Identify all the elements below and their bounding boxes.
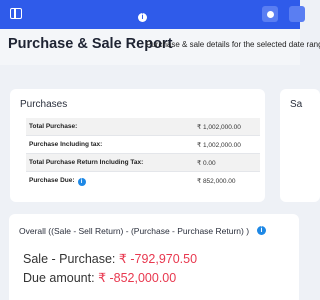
row-value: ₹ 1,002,000.00: [197, 124, 241, 131]
sale-purchase-value: ₹ -792,970.50: [118, 252, 198, 266]
table-row: Purchase Due: i ₹ 852,000.00: [26, 172, 260, 190]
sales-card: Sa: [280, 89, 320, 202]
purchases-table: Total Purchase: ₹ 1,002,000.00 Purchase …: [26, 118, 260, 190]
header-action-button[interactable]: [289, 6, 305, 22]
table-row: Total Purchase: ₹ 1,002,000.00: [26, 118, 260, 136]
purchases-card: Purchases Total Purchase: ₹ 1,002,000.00…: [10, 89, 265, 202]
row-value: ₹ 852,000.00: [197, 178, 236, 185]
row-value: ₹ 1,002,000.00: [197, 142, 241, 149]
info-icon[interactable]: i: [138, 13, 147, 22]
purchase-due-label: Purchase Due:: [29, 177, 75, 184]
sale-purchase-label: Sale - Purchase:: [23, 252, 116, 266]
page-subtitle: Purchase & sale details for the selected…: [146, 40, 320, 49]
due-amount-label: Due amount:: [23, 271, 95, 285]
row-label: Total Purchase:: [29, 123, 78, 130]
sidebar-toggle-icon[interactable]: [10, 8, 22, 19]
due-amount-value: ₹ -852,000.00: [98, 271, 177, 285]
circle-icon[interactable]: [262, 6, 278, 22]
table-row: Purchase Including tax: ₹ 1,002,000.00: [26, 136, 260, 154]
row-label: Total Purchase Return Including Tax:: [29, 159, 144, 166]
info-icon[interactable]: i: [77, 178, 86, 186]
top-navbar: i: [0, 0, 305, 29]
due-amount-line: Due amount: ₹ -852,000.00: [23, 270, 176, 285]
row-label: Purchase Including tax:: [29, 141, 103, 148]
overall-card: Overall ((Sale - Sell Return) - (Purchas…: [9, 214, 299, 300]
row-value: ₹ 0.00: [197, 160, 216, 167]
table-row: Total Purchase Return Including Tax: ₹ 0…: [26, 154, 260, 172]
overall-card-title: Overall ((Sale - Sell Return) - (Purchas…: [19, 226, 250, 236]
purchases-card-title: Purchases: [20, 99, 68, 110]
sale-purchase-line: Sale - Purchase: ₹ -792,970.50: [23, 251, 197, 266]
sales-card-title: Sa: [290, 99, 303, 110]
info-icon[interactable]: i: [257, 226, 266, 235]
row-label: Purchase Due: i: [29, 177, 86, 186]
